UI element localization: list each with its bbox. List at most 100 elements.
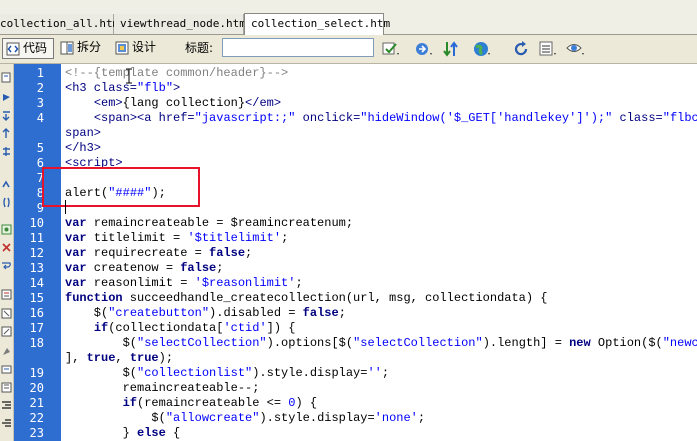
code-line: <!--{template common/header}--> [65,66,288,81]
code-token: onclick= [295,111,361,125]
code-line: var remaincreateable = $reamincreatenum; [65,216,353,231]
coding-toolbar [0,64,14,441]
recent-snippets-icon[interactable] [1,364,12,375]
apply-comment-icon[interactable] [1,308,12,319]
design-view-button[interactable]: 设计 [112,38,164,59]
code-line: var createnow = false; [65,261,223,276]
move-css-icon[interactable] [1,382,12,393]
code-token: 'ctid' [223,321,267,335]
line-number: 20 [29,381,44,395]
show-code-navigator-icon[interactable] [1,92,12,103]
code-token: createnow = [86,261,181,275]
design-view-icon [115,41,129,54]
expand-all-icon[interactable] [1,146,12,157]
word-wrap-icon[interactable] [1,260,12,271]
code-token: "selectCollection" [353,336,483,350]
code-token: remaincreateable = $reamincreatenum; [86,216,354,230]
code-token: if [93,321,109,335]
line-number: 11 [29,231,44,245]
remove-comment-icon[interactable] [1,326,12,337]
line-number: 23 [29,426,44,440]
code-token: <em> [93,96,123,110]
code-token: ; [338,306,346,320]
code-token: reasonlimit = [86,276,195,290]
code-token: ).style.display= [259,411,375,425]
collapse-tag-icon[interactable] [1,110,12,121]
code-token: , [115,351,130,365]
tab-viewthread-node[interactable]: viewthread_node.htm [114,14,246,34]
code-token: ).disabled = [209,306,303,320]
code-token: </em> [245,96,282,110]
split-view-button[interactable]: 拆分 [57,38,107,59]
code-token: var [65,231,87,245]
wrap-tag-icon[interactable] [1,346,12,357]
code-token: requirecreate = [86,246,210,260]
code-token: "flb" [137,81,174,95]
indent-code-icon[interactable] [1,400,12,411]
code-line: $("allowcreate").style.display='none'; [65,411,425,426]
line-number: 14 [29,276,44,290]
line-number: 18 [29,336,44,350]
select-parent-tag-icon[interactable] [1,179,12,190]
globe-icon[interactable] [472,39,492,59]
collapse-selection-icon[interactable] [1,128,12,139]
line-number: 21 [29,396,44,410]
code-line: if(remaincreateable <= 0) { [65,396,317,411]
line-number: 10 [29,216,44,230]
code-token: var [65,216,87,230]
code-token: <span><a href= [93,111,195,125]
code-token: ; [245,246,253,260]
balance-braces-icon[interactable] [1,197,12,208]
line-number: 4 [36,111,44,125]
split-view-icon [60,41,74,54]
line-number: 1 [36,66,44,80]
code-token: true [129,351,159,365]
design-view-label: 设计 [132,40,157,54]
refresh-design-icon[interactable] [442,39,462,59]
code-token: (remaincreateable <= [137,396,289,410]
code-view-button[interactable]: 代码 [2,38,54,59]
line-number: 2 [36,81,44,95]
code-line: $("collectionlist").style.display=''; [65,366,389,381]
open-documents-icon[interactable] [1,72,12,83]
page-title-label: 标题: [185,41,214,55]
code-line: <span><a href="javascript:;" onclick="hi… [65,111,697,126]
preview-browser-icon[interactable] [414,39,434,59]
line-number: 13 [29,261,44,275]
line-numbers-icon[interactable] [1,224,12,235]
code-token: ; [295,276,303,290]
code-token: titlelimit = [86,231,188,245]
page-title-input[interactable] [222,38,374,57]
code-token: "newco [662,336,697,350]
code-token: var [65,246,87,260]
visual-aids-icon[interactable] [566,39,586,59]
code-view-label: 代码 [23,41,48,55]
code-token: new [569,336,591,350]
code-token: function [65,291,123,305]
code-token: var [65,261,87,275]
code-token: ).options[$( [266,336,354,350]
code-token: '$titlelimit' [187,231,282,245]
code-token: Option($( [590,336,663,350]
tab-collection-all[interactable]: collection_all.htm [0,14,119,34]
tab-collection-select[interactable]: collection_select.htm [244,13,390,35]
code-editor[interactable]: <!--{template common/header}--> <h3 class… [61,64,697,441]
refresh-icon[interactable] [511,39,531,59]
code-token: true [86,351,116,365]
view-options-icon[interactable] [538,39,558,59]
code-token: ).style.display= [252,366,368,380]
code-token: 'none' [374,411,418,425]
highlight-invalid-code-icon[interactable] [1,242,12,253]
file-management-icon[interactable] [381,39,401,59]
syntax-error-icon[interactable] [1,289,12,300]
code-token: "createbutton" [108,306,210,320]
code-token: else [137,426,166,440]
code-line: remaincreateable--; [65,381,260,396]
code-token: ], [65,351,87,365]
mouse-cursor-icon [126,68,132,84]
outdent-code-icon[interactable] [1,418,12,429]
code-token: "allowcreate" [165,411,260,425]
line-number: 15 [29,291,44,305]
